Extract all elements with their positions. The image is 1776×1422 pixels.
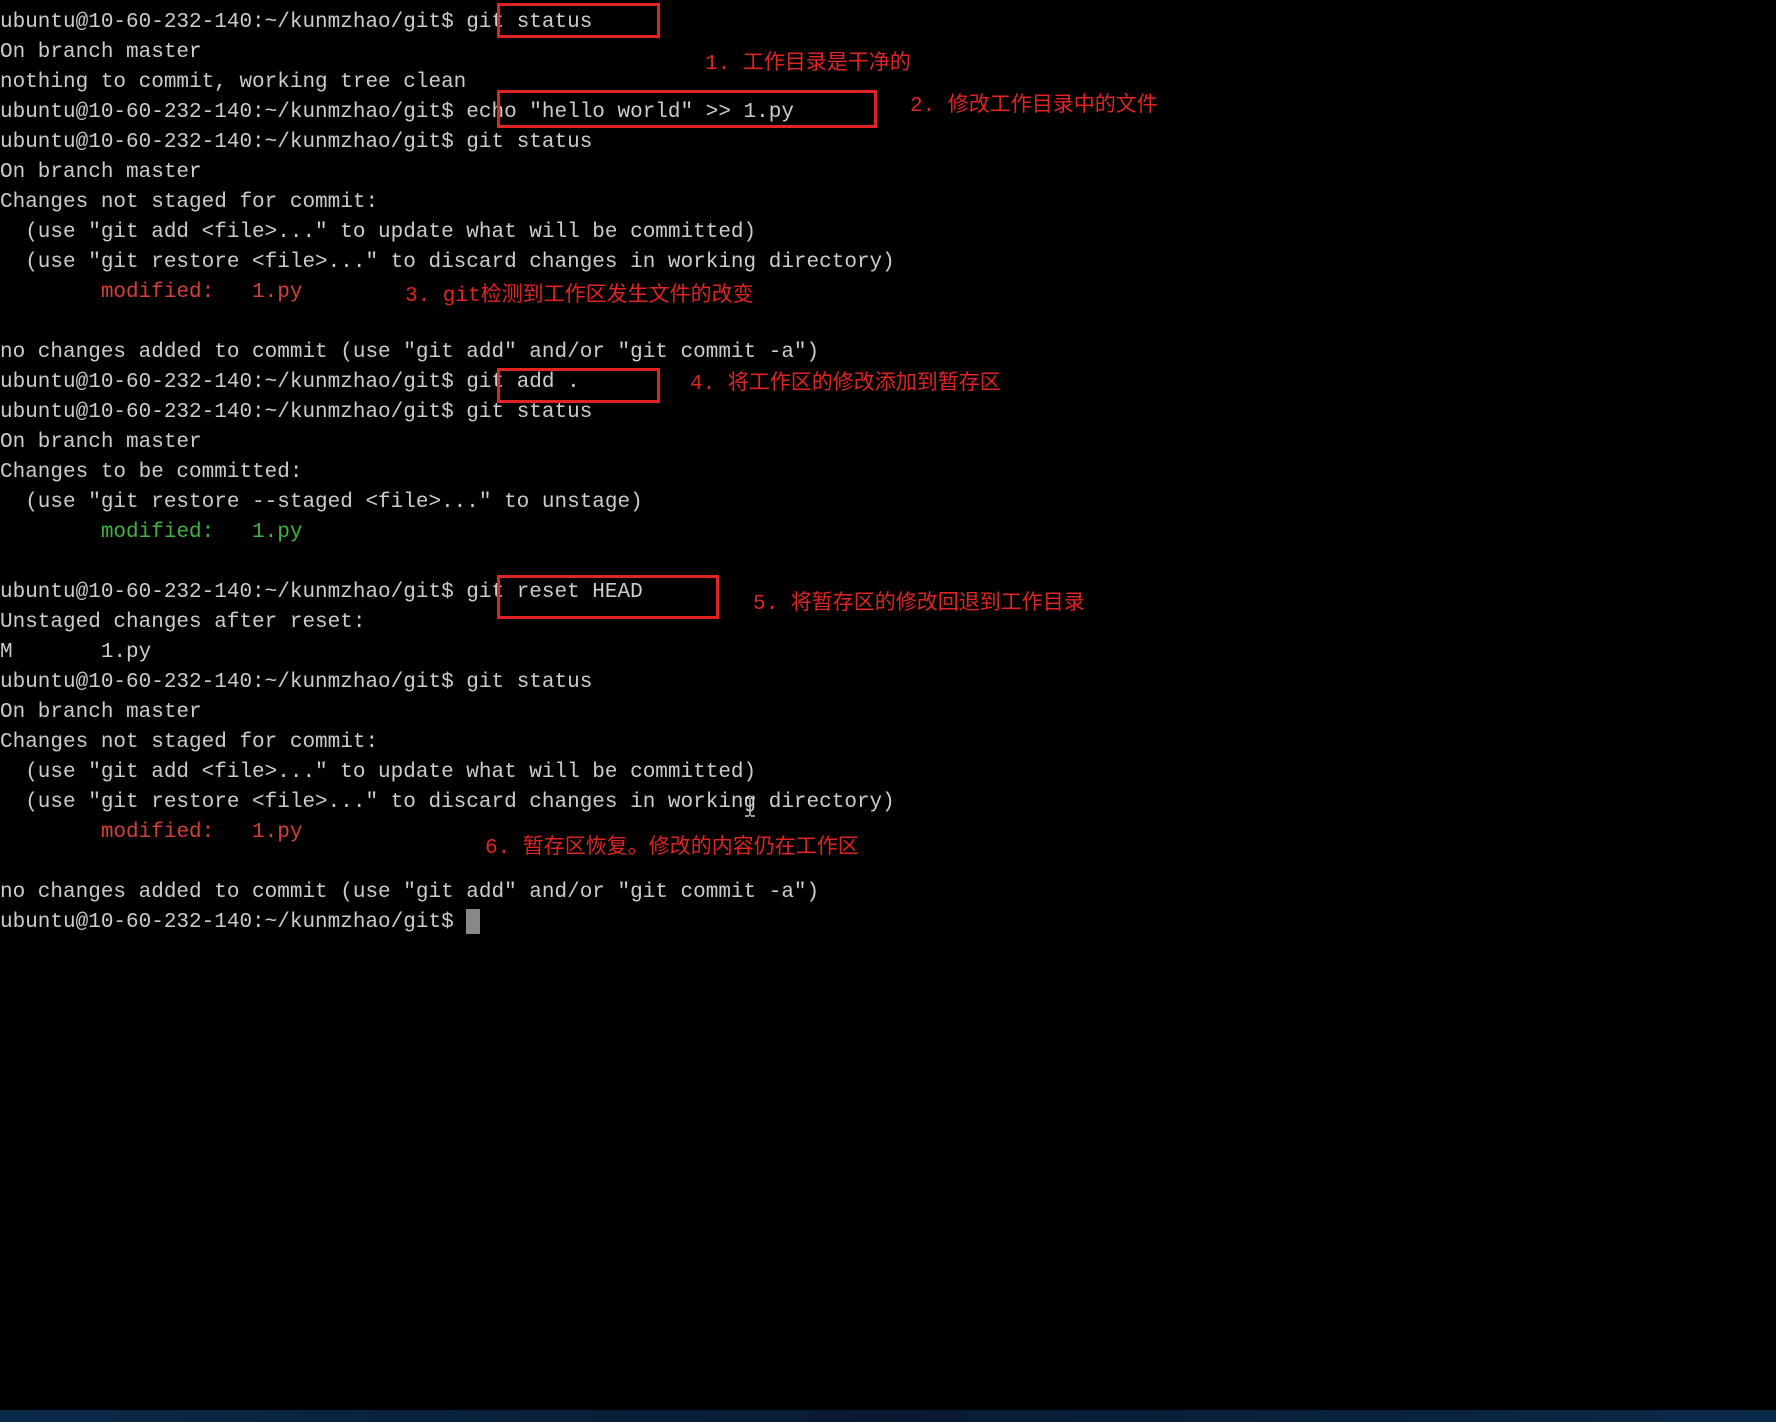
highlight-box-2 <box>497 90 877 128</box>
text-cursor-icon <box>744 797 756 828</box>
out-userestorestaged: (use "git restore --staged <file>..." to… <box>0 488 1776 518</box>
terminal-cursor <box>466 909 480 934</box>
highlight-box-1 <box>497 3 660 38</box>
out-userestore-1: (use "git restore <file>..." to discard … <box>0 248 1776 278</box>
highlight-box-3 <box>497 368 660 403</box>
prompt: ubuntu@10-60-232-140:~/kunmzhao/git$ <box>0 911 466 934</box>
prompt: ubuntu@10-60-232-140:~/kunmzhao/git$ <box>0 401 466 424</box>
prompt: ubuntu@10-60-232-140:~/kunmzhao/git$ <box>0 101 466 124</box>
terminal-output[interactable]: ubuntu@10-60-232-140:~/kunmzhao/git$ git… <box>0 8 1776 938</box>
out-modified-red-1: modified: 1.py <box>101 281 303 304</box>
annotation-4: 4. 将工作区的修改添加到暂存区 <box>690 370 1001 400</box>
out-useadd-1: (use "git add <file>..." to update what … <box>0 218 1776 248</box>
annotation-5: 5. 将暂存区的修改回退到工作目录 <box>753 590 1085 620</box>
out-nochanges-2: no changes added to commit (use "git add… <box>0 878 1776 908</box>
prompt: ubuntu@10-60-232-140:~/kunmzhao/git$ <box>0 581 466 604</box>
prompt: ubuntu@10-60-232-140:~/kunmzhao/git$ <box>0 11 466 34</box>
prompt: ubuntu@10-60-232-140:~/kunmzhao/git$ <box>0 671 466 694</box>
out-m-file: M 1.py <box>0 638 1776 668</box>
prompt: ubuntu@10-60-232-140:~/kunmzhao/git$ <box>0 131 466 154</box>
annotation-2: 2. 修改工作目录中的文件 <box>910 92 1158 122</box>
annotation-6: 6. 暂存区恢复。修改的内容仍在工作区 <box>485 834 859 864</box>
out-notstaged-2: Changes not staged for commit: <box>0 728 1776 758</box>
out-branch-2: On branch master <box>0 158 1776 188</box>
out-useadd-2: (use "git add <file>..." to update what … <box>0 758 1776 788</box>
cmd-git-status-2: git status <box>466 131 592 154</box>
out-userestore-2: (use "git restore <file>..." to discard … <box>0 788 1776 818</box>
out-modified-red-2: modified: 1.py <box>101 821 303 844</box>
out-modified-green: modified: 1.py <box>101 521 303 544</box>
prompt: ubuntu@10-60-232-140:~/kunmzhao/git$ <box>0 371 466 394</box>
out-branch-3: On branch master <box>0 428 1776 458</box>
out-nochanges-1: no changes added to commit (use "git add… <box>0 338 1776 368</box>
annotation-1: 1. 工作目录是干净的 <box>705 50 911 80</box>
out-notstaged-1: Changes not staged for commit: <box>0 188 1776 218</box>
out-tobecommitted: Changes to be committed: <box>0 458 1776 488</box>
cmd-git-status-4: git status <box>466 671 592 694</box>
annotation-3: 3. git检测到工作区发生文件的改变 <box>405 282 754 312</box>
bottom-decoration <box>0 1410 1776 1422</box>
out-branch-4: On branch master <box>0 698 1776 728</box>
cmd-git-status-3: git status <box>466 401 592 424</box>
highlight-box-4 <box>497 575 719 619</box>
